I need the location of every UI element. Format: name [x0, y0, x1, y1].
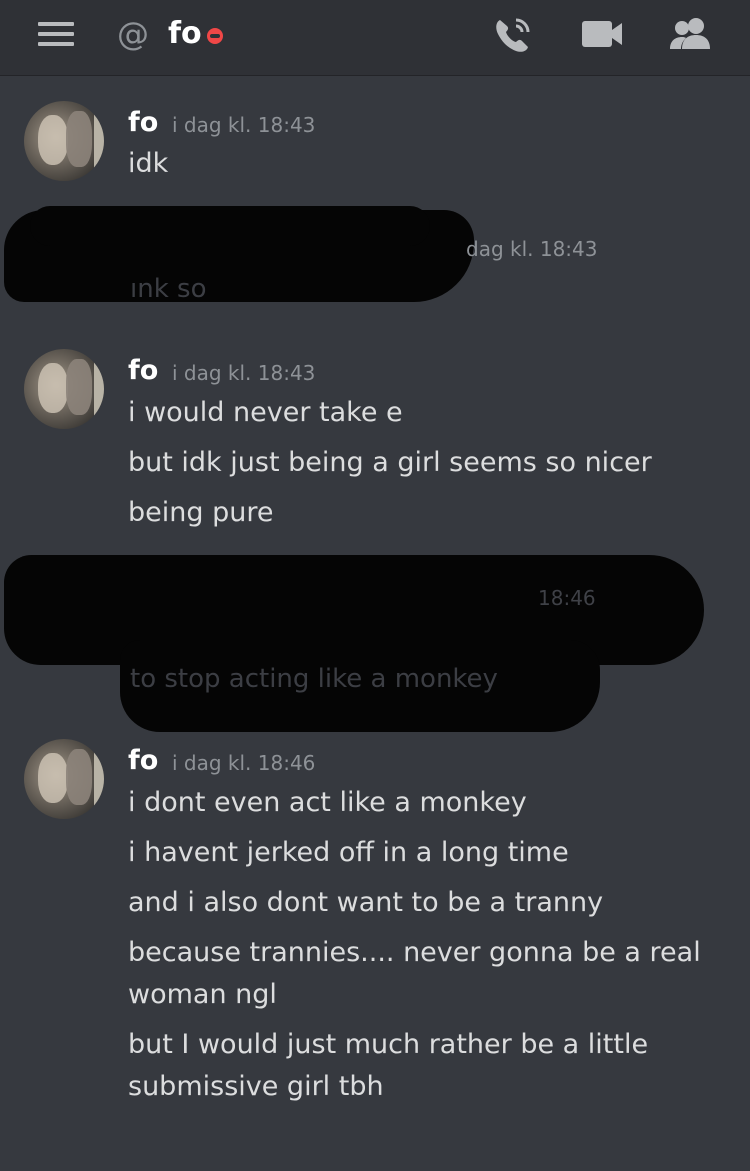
message-text: but idk just being a girl seems so nicer: [128, 447, 652, 478]
message-text: i would never take e: [128, 397, 403, 428]
message-author[interactable]: fo: [128, 745, 158, 777]
channel-header: @ fo: [0, 0, 750, 76]
message-text: i dont even act like a monkey: [128, 787, 527, 818]
message-text: being pure: [128, 497, 274, 528]
message-timestamp: 18:46: [538, 586, 596, 610]
avatar[interactable]: [24, 349, 104, 429]
message-text: and i also dont want to be a tranny: [128, 887, 604, 918]
avatar[interactable]: [24, 739, 104, 819]
message-timestamp: i dag kl. 18:46: [172, 751, 316, 775]
message-timestamp: i dag kl. 18:43: [172, 361, 316, 385]
avatar[interactable]: [24, 101, 104, 181]
video-call-icon[interactable]: [580, 18, 624, 50]
message-text: i havent jerked off in a long time: [128, 837, 569, 868]
message-timestamp: dag kl. 18:43: [466, 237, 598, 261]
members-icon[interactable]: [666, 15, 714, 53]
dnd-status-icon: [207, 28, 223, 44]
message-author[interactable]: fo: [128, 107, 158, 139]
message-text: but I would just much rather be a little: [128, 1029, 649, 1060]
message-author[interactable]: fo: [128, 355, 158, 387]
at-icon: @: [117, 15, 149, 53]
message-text: idk: [128, 148, 169, 179]
phone-call-icon[interactable]: [492, 14, 534, 56]
dm-recipient-name[interactable]: fo: [168, 14, 202, 54]
message-text: woman ngl: [128, 979, 277, 1010]
message-text: submissive girl tbh: [128, 1071, 384, 1102]
menu-icon[interactable]: [38, 22, 74, 46]
message-timestamp: i dag kl. 18:43: [172, 113, 316, 137]
message-text: because trannies.... never gonna be a re…: [128, 937, 701, 968]
